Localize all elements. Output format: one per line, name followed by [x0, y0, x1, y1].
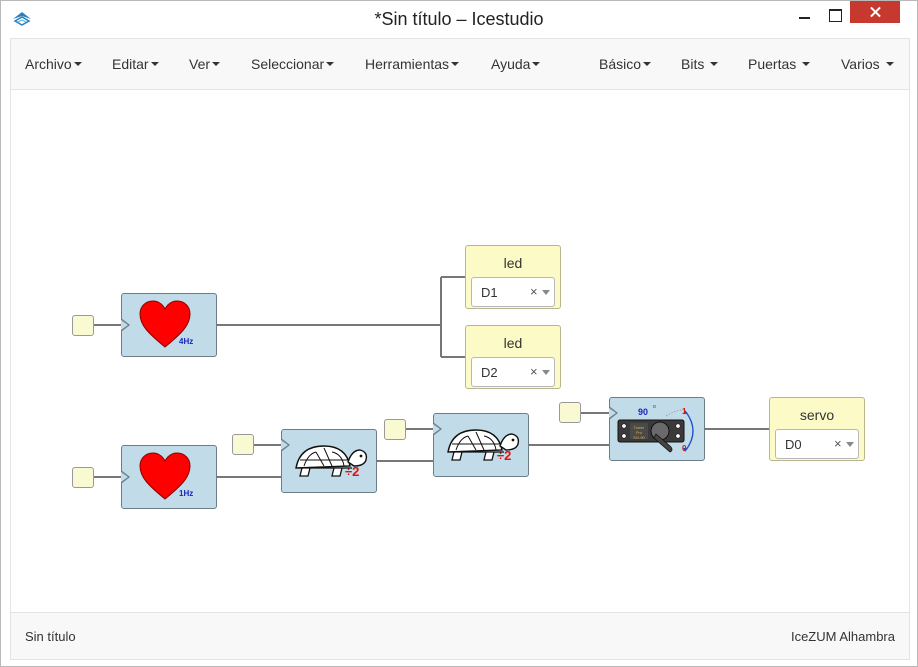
- caret-down-icon: [532, 62, 541, 66]
- servo-output-block-d0[interactable]: servo D0 ×: [769, 397, 865, 461]
- dropdown-arrow-icon[interactable]: [542, 370, 550, 375]
- menu-bits[interactable]: Bits: [681, 56, 719, 72]
- pin-value: D0: [785, 437, 802, 452]
- menu-bar: Archivo Editar Ver Seleccionar Herramien…: [10, 38, 910, 90]
- menu-ver[interactable]: Ver: [189, 56, 221, 72]
- caret-down-icon: [802, 62, 811, 66]
- caret-down-icon: [150, 62, 159, 66]
- input-port[interactable]: [559, 402, 581, 423]
- heartbeat-4hz-block[interactable]: 4Hz: [121, 293, 217, 357]
- pin-select[interactable]: D0 ×: [775, 429, 859, 459]
- divide-label: ÷2: [497, 448, 512, 463]
- frequency-label: 4Hz: [179, 337, 194, 346]
- window-title: *Sin título – Icestudio: [374, 9, 544, 29]
- block-label: led: [503, 335, 523, 351]
- pin-select[interactable]: D2 ×: [471, 357, 555, 387]
- servo-controller-block[interactable]: Tower Pro SG-90 90 o 1 0: [609, 397, 705, 461]
- menu-seleccionar[interactable]: Seleccionar: [251, 56, 335, 72]
- project-name: Sin título: [25, 629, 76, 644]
- clear-icon[interactable]: ×: [834, 436, 842, 451]
- menu-varios[interactable]: Varios: [841, 56, 894, 72]
- caret-down-icon: [710, 62, 719, 66]
- clock-input-marker: [433, 422, 442, 436]
- menu-editar[interactable]: Editar: [112, 56, 159, 72]
- block-label: servo: [799, 407, 835, 423]
- menu-ayuda[interactable]: Ayuda: [491, 56, 541, 72]
- close-button[interactable]: [850, 1, 900, 23]
- input-port[interactable]: [384, 419, 406, 440]
- divide-label: ÷2: [345, 464, 360, 479]
- menu-puertas[interactable]: Puertas: [748, 56, 811, 72]
- caret-down-icon: [643, 62, 652, 66]
- dropdown-arrow-icon[interactable]: [542, 290, 550, 295]
- caret-down-icon: [212, 62, 221, 66]
- led-output-block-d2[interactable]: led D2 ×: [465, 325, 561, 389]
- degree-symbol: o: [653, 404, 656, 410]
- caret-down-icon: [326, 62, 335, 66]
- menu-basico[interactable]: Básico: [599, 56, 652, 72]
- status-bar: Sin título IceZUM Alhambra: [10, 612, 910, 660]
- app-window: *Sin título – Icestudio Archivo Editar V…: [0, 0, 918, 667]
- input-port[interactable]: [232, 434, 254, 455]
- clock-input-marker: [281, 438, 290, 452]
- clock-input-marker: [121, 318, 130, 332]
- caret-down-icon: [451, 62, 460, 66]
- servo-min-label: 0: [682, 444, 687, 453]
- caret-down-icon: [73, 62, 82, 66]
- divider-block[interactable]: ÷2: [281, 429, 377, 493]
- block-label: led: [503, 255, 523, 271]
- heartbeat-1hz-block[interactable]: 1Hz: [121, 445, 217, 509]
- servo-angle-label: 90: [638, 407, 649, 417]
- dropdown-arrow-icon[interactable]: [846, 442, 854, 447]
- clock-input-marker: [121, 470, 130, 484]
- led-output-block-d1[interactable]: led D1 ×: [465, 245, 561, 309]
- clear-icon[interactable]: ×: [530, 364, 538, 379]
- caret-down-icon: [885, 62, 894, 66]
- menu-archivo[interactable]: Archivo: [25, 56, 82, 72]
- input-port[interactable]: [72, 315, 94, 336]
- board-name[interactable]: IceZUM Alhambra: [791, 629, 895, 644]
- divider-block[interactable]: ÷2: [433, 413, 529, 477]
- frequency-label: 1Hz: [179, 489, 194, 498]
- pin-select[interactable]: D1 ×: [471, 277, 555, 307]
- pin-value: D1: [481, 285, 498, 300]
- svg-text:SG-90: SG-90: [633, 435, 645, 440]
- pin-value: D2: [481, 365, 498, 380]
- clear-icon[interactable]: ×: [530, 284, 538, 299]
- servo-motor-icon: Tower Pro SG-90: [617, 409, 694, 453]
- input-port[interactable]: [72, 467, 94, 488]
- servo-max-label: 1: [682, 407, 687, 416]
- menu-herramientas[interactable]: Herramientas: [365, 56, 460, 72]
- title-bar: *Sin título – Icestudio: [1, 1, 917, 38]
